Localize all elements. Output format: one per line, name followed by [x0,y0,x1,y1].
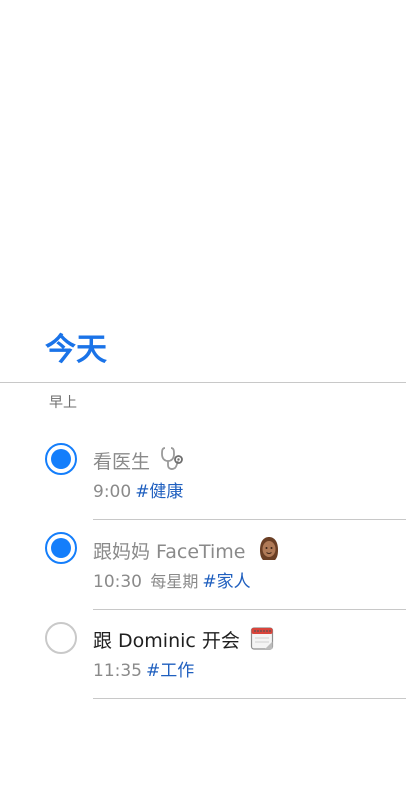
task-row[interactable]: 跟 Dominic 开会 11:35 #工作 [0,609,406,699]
checked-dot [51,449,71,469]
task-title: 跟 Dominic 开会 [93,630,240,652]
page-title: 今天 [45,332,107,368]
task-row[interactable]: 看医生 9:00 #健康 [0,430,406,520]
task-title: 看医生 [93,451,151,473]
task-tag[interactable]: #健康 [135,482,183,502]
woman-face-icon [256,536,282,569]
task-complete-toggle[interactable] [45,532,77,564]
task-meta: 10:30 每星期 #家人 [93,570,251,594]
task-tag[interactable]: #家人 [202,572,250,592]
task-title-row: 跟 Dominic 开会 [93,625,274,658]
task-row[interactable]: 跟妈妈 FaceTime 10:30 每星期 #家人 [0,519,406,610]
task-title: 跟妈妈 FaceTime [93,541,246,563]
task-complete-toggle[interactable] [45,622,77,654]
task-title-row: 看医生 [93,446,184,479]
title-divider [0,382,406,383]
stethoscope-icon [160,446,184,479]
reminders-screen: 今天 早上 看医生 9:00 #健康 跟妈妈 FaceTime 10:30 每星… [0,0,406,804]
task-title-row: 跟妈妈 FaceTime [93,536,282,569]
task-divider [93,698,406,699]
task-time: 10:30 [93,572,142,592]
task-complete-toggle[interactable] [45,443,77,475]
task-time: 11:35 [93,661,142,681]
calendar-icon [250,625,274,658]
task-time: 9:00 [93,482,132,502]
task-repeat: 每星期 [150,572,199,591]
section-header-morning: 早上 [49,395,77,411]
task-meta: 9:00 #健康 [93,480,183,504]
checked-dot [51,538,71,558]
task-meta: 11:35 #工作 [93,659,194,683]
task-tag[interactable]: #工作 [146,661,194,681]
